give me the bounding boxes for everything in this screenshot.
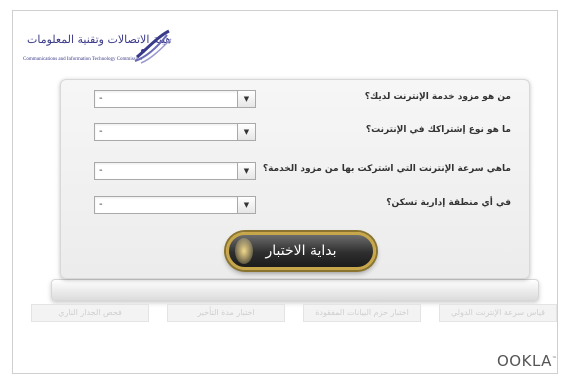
- question-isp: - ▼ من هو مزود خدمة الإنترنت لديك؟: [61, 90, 529, 110]
- chevron-down-icon[interactable]: ▼: [237, 90, 256, 108]
- ookla-brand: OOKLA: [497, 352, 552, 370]
- citc-logo: هيئة الاتصالات وتقنية المعلومات Communic…: [21, 27, 172, 71]
- start-test-button[interactable]: بداية الاختبار: [226, 232, 376, 270]
- button-glow: [235, 238, 253, 264]
- survey-panel: - ▼ من هو مزود خدمة الإنترنت لديك؟ - ▼ م…: [60, 79, 530, 279]
- ookla-logo: OOKLA™: [497, 352, 557, 370]
- question-region: - ▼ في أي منطقة إدارية تسكن؟: [61, 196, 529, 216]
- start-test-label: بداية الاختبار: [265, 243, 337, 259]
- panel-base: [51, 279, 539, 301]
- region-select[interactable]: -: [94, 196, 256, 214]
- speed-select[interactable]: -: [94, 162, 256, 180]
- speedtest-frame: هيئة الاتصالات وتقنية المعلومات Communic…: [12, 10, 558, 374]
- isp-select[interactable]: -: [94, 90, 256, 108]
- citc-swirl-icon: [134, 29, 172, 64]
- logo-english-name: Communications and Information Technolog…: [23, 57, 142, 62]
- tab-international-speed[interactable]: قياس سرعة الإنترنت الدولي: [439, 304, 557, 322]
- tab-packet-loss[interactable]: اختبار حزم البيانات المفقودة: [303, 304, 421, 322]
- question-subscription-type: - ▼ ما هو نوع إشتراكك في الإنترنت؟: [61, 123, 529, 143]
- chevron-down-icon[interactable]: ▼: [237, 162, 256, 180]
- test-tabs: فحص الجدار الناري اختبار مدة التأخير اخت…: [31, 304, 559, 324]
- chevron-down-icon[interactable]: ▼: [237, 123, 256, 141]
- question-label: من هو مزود خدمة الإنترنت لديك؟: [364, 92, 511, 102]
- trademark-mark: ™: [551, 356, 558, 362]
- tab-firewall[interactable]: فحص الجدار الناري: [31, 304, 149, 322]
- question-speed: - ▼ ماهي سرعة الإنترنت التي اشتركت بها م…: [61, 162, 529, 182]
- question-label: ماهي سرعة الإنترنت التي اشتركت بها من مز…: [262, 164, 511, 174]
- subscription-type-select[interactable]: -: [94, 123, 256, 141]
- tab-latency[interactable]: اختبار مدة التأخير: [167, 304, 285, 322]
- chevron-down-icon[interactable]: ▼: [237, 196, 256, 214]
- question-label: ما هو نوع إشتراكك في الإنترنت؟: [365, 125, 511, 135]
- question-label: في أي منطقة إدارية تسكن؟: [386, 198, 511, 208]
